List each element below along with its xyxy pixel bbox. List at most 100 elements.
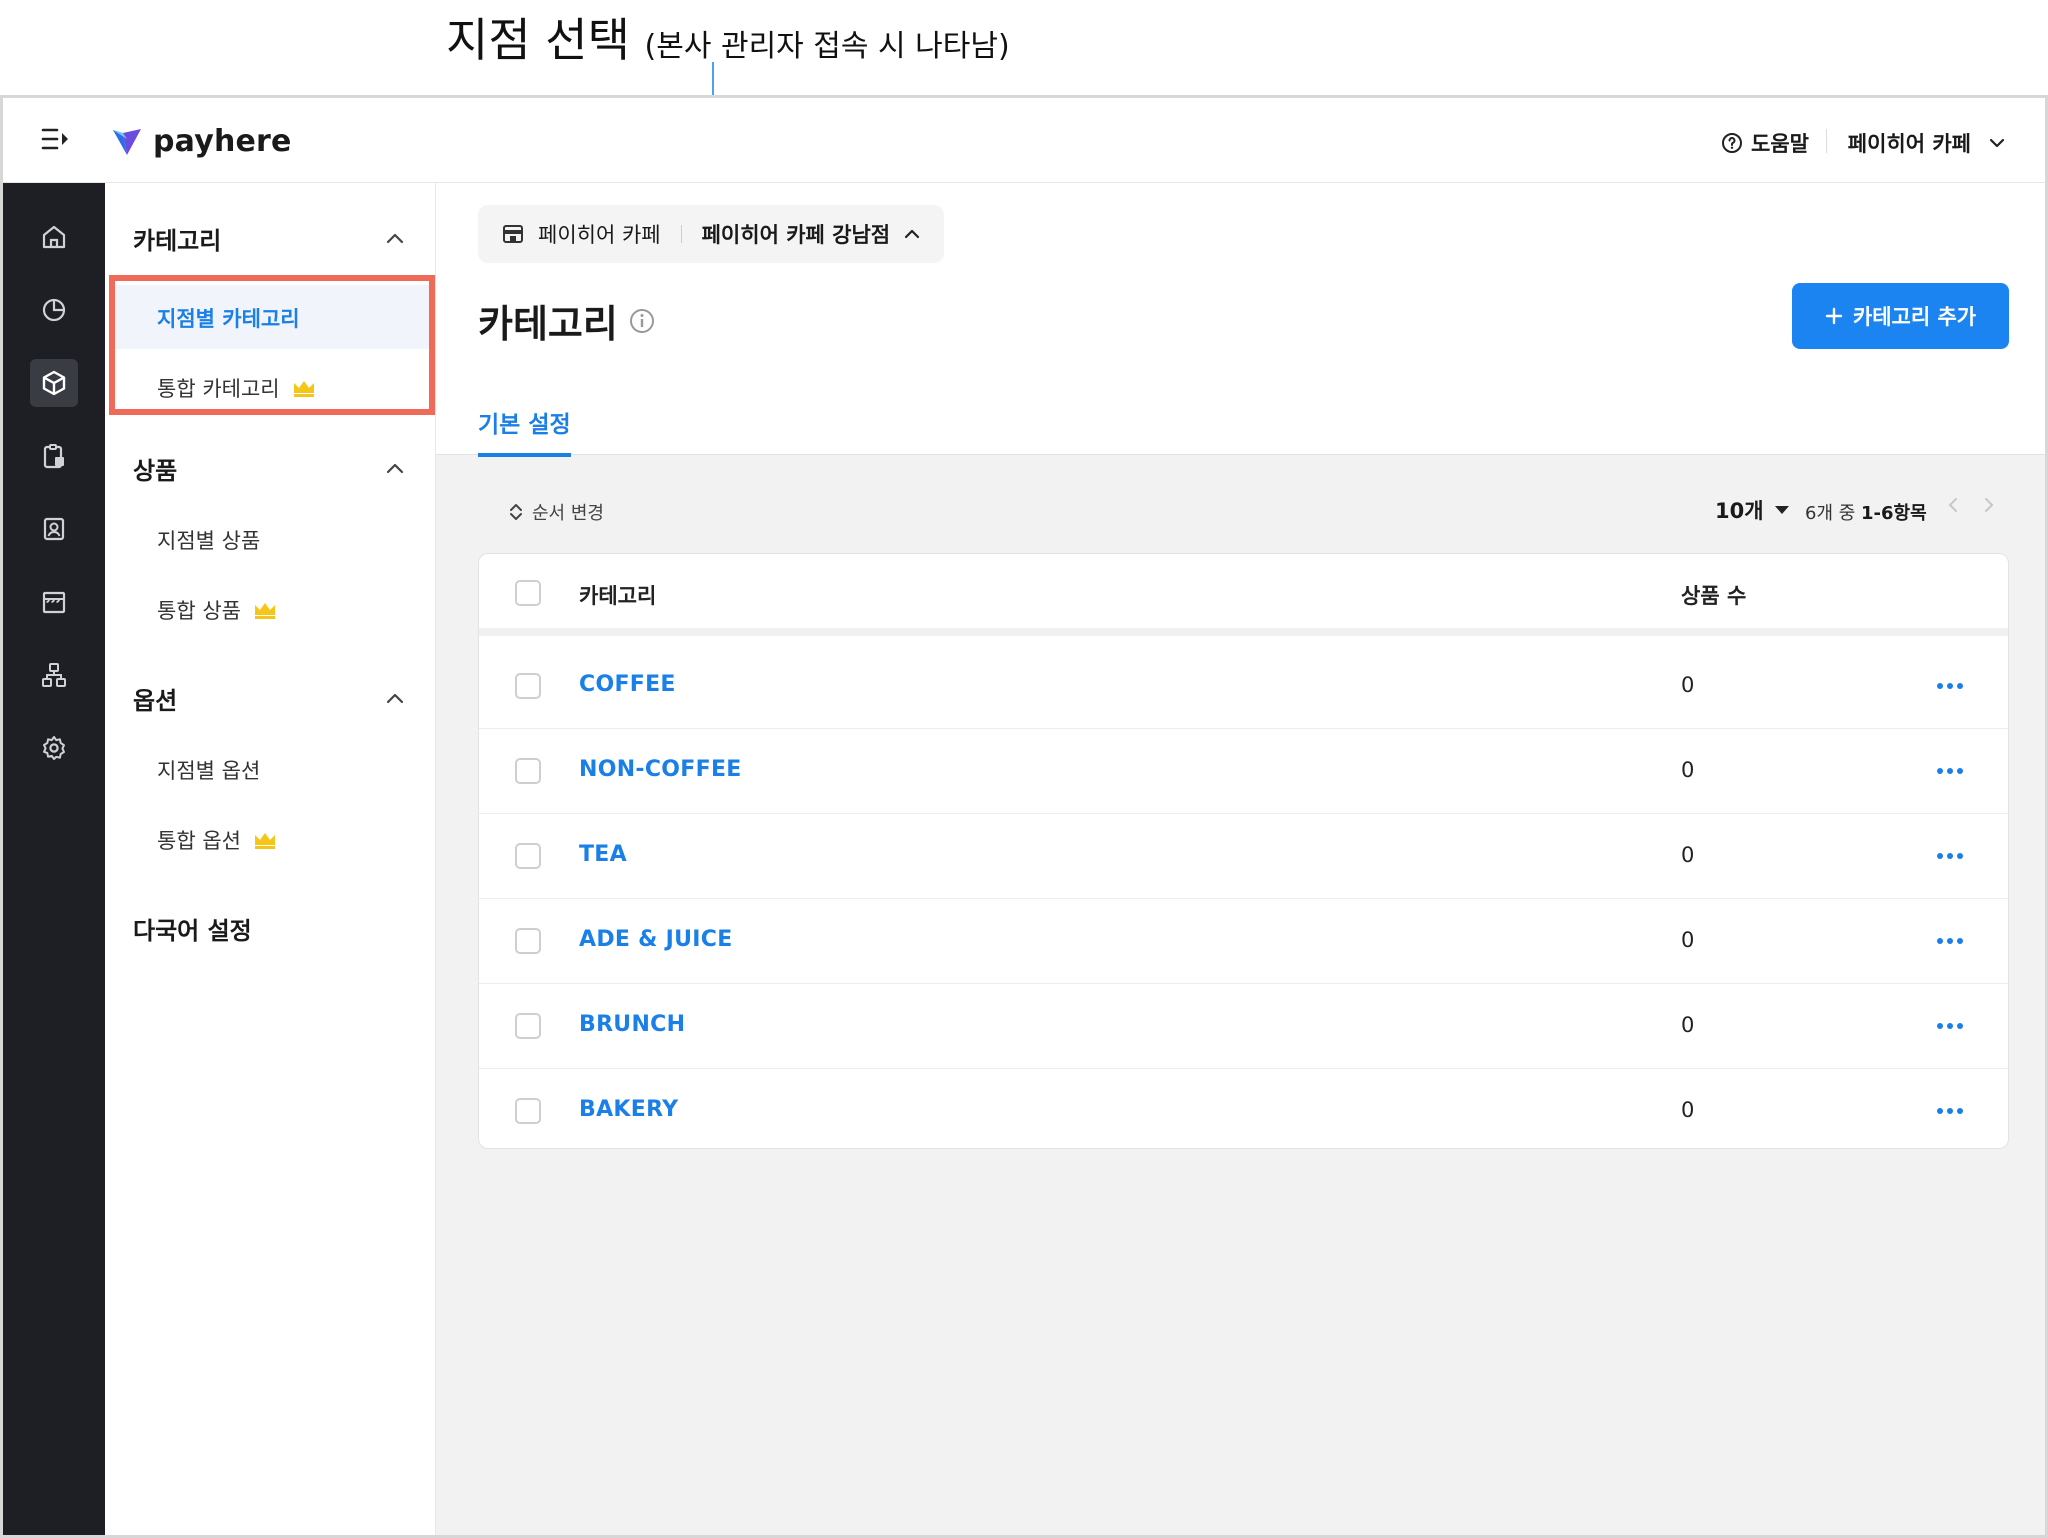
- chevron-left-icon[interactable]: [1948, 497, 1958, 513]
- product-count: 0: [1681, 673, 1695, 697]
- branch-brand: 페이히어 카페: [538, 223, 661, 247]
- rail-settings[interactable]: [30, 724, 78, 772]
- tab-basic-settings[interactable]: 기본 설정: [478, 405, 571, 457]
- chevron-up-icon[interactable]: [385, 231, 405, 245]
- table-row[interactable]: COFFEE 0: [479, 644, 2008, 729]
- column-header-category[interactable]: 카테고리: [579, 580, 656, 610]
- row-checkbox[interactable]: [515, 673, 541, 699]
- store-icon: [42, 591, 66, 614]
- topbar-divider: [1826, 129, 1827, 153]
- reorder-button[interactable]: 순서 변경: [508, 499, 604, 525]
- product-count: 0: [1681, 928, 1695, 952]
- more-options-icon[interactable]: [1937, 683, 1963, 689]
- box-icon: [42, 370, 66, 396]
- nav-section-option[interactable]: 옵션: [133, 681, 177, 716]
- more-options-icon[interactable]: [1937, 938, 1963, 944]
- nav-item-branch-option[interactable]: 지점별 옵션: [157, 755, 260, 785]
- category-table: 카테고리 상품 수 COFFEE 0 NON-COFFEE 0 TEA 0 AD…: [478, 553, 2009, 1149]
- top-bar: payhere 도움말 페이히어 카페: [3, 98, 2045, 183]
- chevron-up-icon[interactable]: [385, 461, 405, 475]
- user-card-icon: [43, 517, 65, 541]
- crown-icon: [254, 833, 275, 849]
- branch-current: 페이히어 카페 강남점: [701, 223, 891, 247]
- product-count: 0: [1681, 843, 1695, 867]
- home-icon: [42, 225, 66, 249]
- sub-navigation: 카테고리 지점별 카테고리 통합 카테고리 상품 지점별 상품 통합 상품 옵션…: [105, 183, 436, 1535]
- info-icon[interactable]: [628, 307, 656, 335]
- page-title-text: 카테고리: [478, 302, 618, 346]
- add-category-label: 카테고리 추가: [1852, 305, 1977, 329]
- app-window: payhere 도움말 페이히어 카페 카테고리 지점별 카테고리 통합 카테고…: [0, 95, 2048, 1538]
- row-checkbox[interactable]: [515, 758, 541, 784]
- nav-section-language[interactable]: 다국어 설정: [133, 911, 252, 946]
- pagination: [1948, 497, 1994, 513]
- crown-icon: [254, 603, 275, 619]
- select-all-checkbox[interactable]: [515, 580, 541, 606]
- category-name-link[interactable]: NON-COFFEE: [579, 757, 742, 782]
- account-menu[interactable]: 페이히어 카페: [1848, 128, 2005, 158]
- nav-item-label: 통합 상품: [157, 599, 241, 623]
- logo-text: payhere: [153, 124, 292, 159]
- more-options-icon[interactable]: [1937, 1108, 1963, 1114]
- row-checkbox[interactable]: [515, 928, 541, 954]
- table-row[interactable]: BAKERY 0: [479, 1069, 2008, 1148]
- rail-products[interactable]: [30, 359, 78, 407]
- table-row[interactable]: ADE & JUICE 0: [479, 899, 2008, 984]
- menu-collapse-icon[interactable]: [41, 126, 71, 152]
- product-count: 0: [1681, 1098, 1695, 1122]
- add-category-button[interactable]: 카테고리 추가: [1792, 283, 2009, 349]
- column-header-product-count[interactable]: 상품 수: [1681, 580, 1746, 610]
- store-icon: [503, 225, 523, 243]
- rail-sales[interactable]: [30, 286, 78, 334]
- chart-pie-icon: [42, 298, 66, 322]
- nav-item-label: 지점별 옵션: [157, 759, 261, 783]
- rail-inventory[interactable]: [30, 432, 78, 480]
- category-name-link[interactable]: BAKERY: [579, 1097, 678, 1122]
- help-button[interactable]: 도움말: [1721, 128, 1809, 158]
- help-circle-icon: [1722, 133, 1743, 153]
- page-title: 카테고리: [478, 293, 656, 348]
- payhere-logo[interactable]: payhere: [111, 124, 292, 159]
- product-count: 0: [1681, 758, 1695, 782]
- sort-icon: [510, 504, 522, 520]
- highlight-box: [109, 275, 435, 415]
- nav-item-label: 지점별 상품: [157, 529, 261, 553]
- table-row[interactable]: NON-COFFEE 0: [479, 729, 2008, 814]
- row-checkbox[interactable]: [515, 843, 541, 869]
- nav-section-product[interactable]: 상품: [133, 451, 177, 486]
- rail-customers[interactable]: [30, 505, 78, 553]
- range-prefix: 6개 중: [1805, 503, 1856, 524]
- table-row[interactable]: TEA 0: [479, 814, 2008, 899]
- nav-item-integrated-option[interactable]: 통합 옵션: [157, 825, 277, 855]
- branch-selector[interactable]: 페이히어 카페 페이히어 카페 강남점: [478, 205, 945, 263]
- chevron-down-icon: [1989, 138, 2005, 148]
- nav-item-branch-product[interactable]: 지점별 상품: [157, 525, 260, 555]
- payhere-logo-mark: [113, 128, 141, 155]
- more-options-icon[interactable]: [1937, 1023, 1963, 1029]
- row-checkbox[interactable]: [515, 1098, 541, 1124]
- nav-item-integrated-product[interactable]: 통합 상품: [157, 595, 277, 625]
- rail-store[interactable]: [30, 578, 78, 626]
- rail-home[interactable]: [30, 213, 78, 261]
- category-name-link[interactable]: BRUNCH: [579, 1012, 685, 1037]
- category-name-link[interactable]: COFFEE: [579, 672, 676, 697]
- more-options-icon[interactable]: [1937, 768, 1963, 774]
- rail-organization[interactable]: [30, 651, 78, 699]
- table-row[interactable]: BRUNCH 0: [479, 984, 2008, 1069]
- main-header: 페이히어 카페 페이히어 카페 강남점 카테고리 카테고리 추가 기본 설정: [436, 183, 2045, 457]
- clipboard-icon: [43, 444, 64, 469]
- category-name-link[interactable]: ADE & JUICE: [579, 927, 733, 952]
- more-options-icon[interactable]: [1937, 853, 1963, 859]
- nav-section-category[interactable]: 카테고리: [133, 221, 221, 256]
- row-checkbox[interactable]: [515, 1013, 541, 1039]
- chevron-right-icon[interactable]: [1984, 497, 1994, 513]
- category-name-link[interactable]: TEA: [579, 842, 627, 867]
- product-count: 0: [1681, 1013, 1695, 1037]
- chevron-up-icon[interactable]: [385, 691, 405, 705]
- range-info: 6개 중 1-6항목: [1805, 499, 1927, 525]
- chevron-up-icon: [905, 229, 920, 239]
- annotation-subtitle: (본사 관리자 접속 시 나타남): [644, 29, 1010, 64]
- per-page-select[interactable]: 10개: [1715, 495, 1790, 525]
- branch-divider: [680, 225, 682, 243]
- icon-rail: [3, 183, 105, 1535]
